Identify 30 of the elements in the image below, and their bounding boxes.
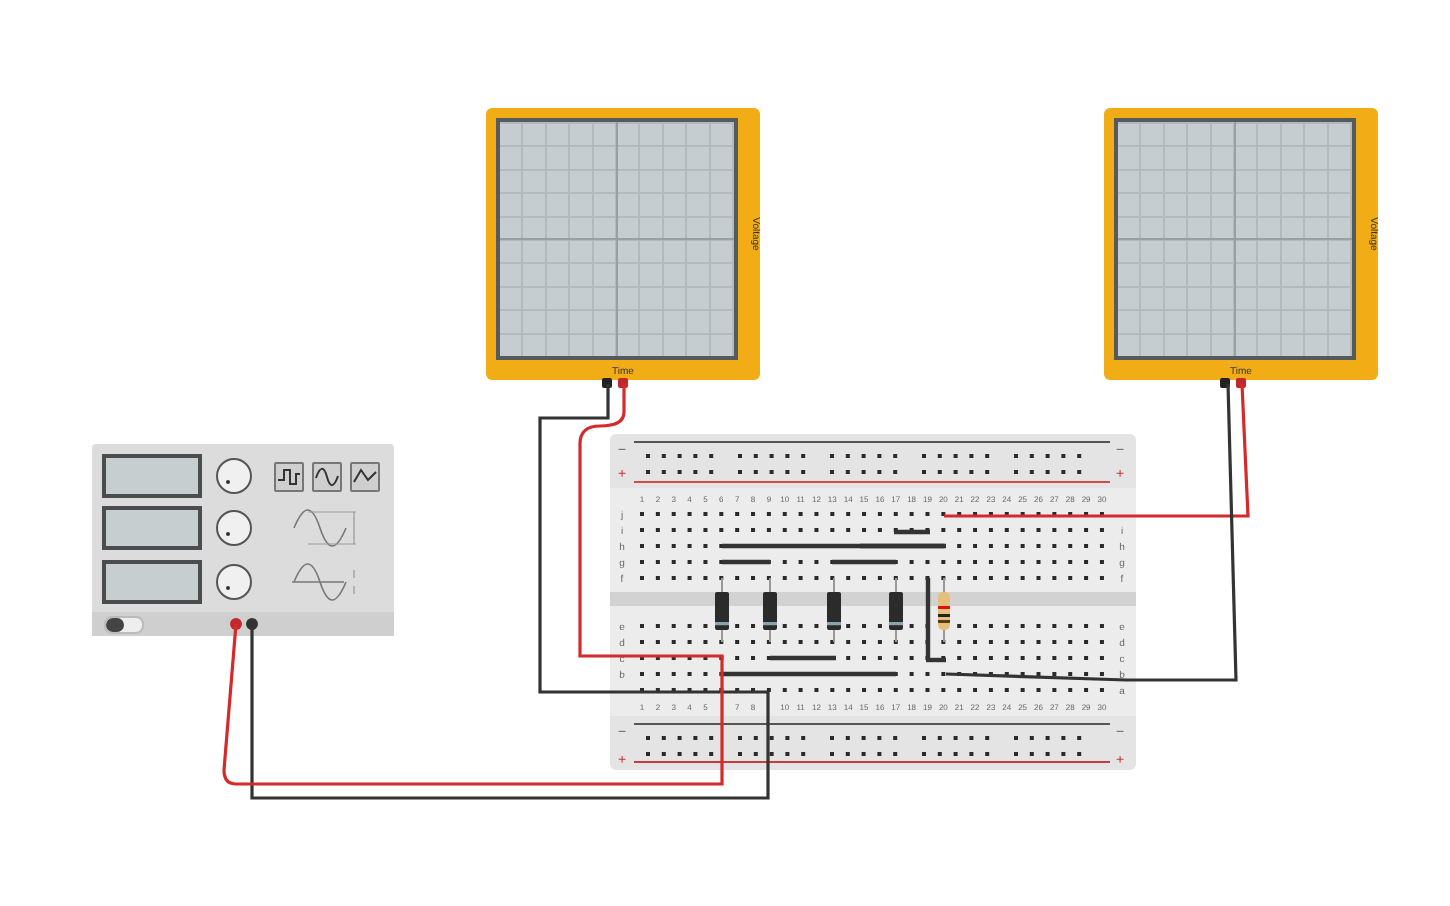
square-wave-button[interactable] [274, 461, 304, 492]
wire[interactable] [945, 383, 1238, 682]
jumper-wire[interactable] [926, 657, 946, 663]
diode[interactable] [827, 577, 841, 643]
wire[interactable] [944, 383, 1250, 518]
wire[interactable] [222, 384, 724, 786]
display [102, 454, 202, 498]
resistor[interactable] [938, 577, 950, 643]
jumper-wire[interactable] [770, 655, 836, 661]
wire[interactable] [250, 384, 770, 800]
offset-wave-icon [291, 561, 359, 602]
knob[interactable] [216, 458, 252, 495]
knob[interactable] [216, 510, 252, 547]
diode[interactable] [889, 577, 903, 643]
sine-wave-button[interactable] [312, 461, 342, 492]
knob[interactable] [216, 563, 252, 600]
amplitude-wave-icon [291, 508, 359, 549]
jumper-wire[interactable] [722, 543, 946, 549]
jumper-wire[interactable] [925, 578, 931, 660]
diode[interactable] [763, 577, 777, 643]
display [102, 506, 202, 551]
diode[interactable] [715, 577, 729, 643]
jumper-wire[interactable] [860, 543, 944, 549]
display [102, 559, 202, 604]
triangle-wave-button[interactable] [350, 461, 380, 492]
jumper-wire[interactable] [722, 671, 896, 677]
power-switch[interactable] [104, 615, 144, 633]
jumper-wire[interactable] [832, 559, 896, 565]
jumper-wire[interactable] [722, 559, 770, 565]
jumper-wire[interactable] [894, 529, 930, 535]
